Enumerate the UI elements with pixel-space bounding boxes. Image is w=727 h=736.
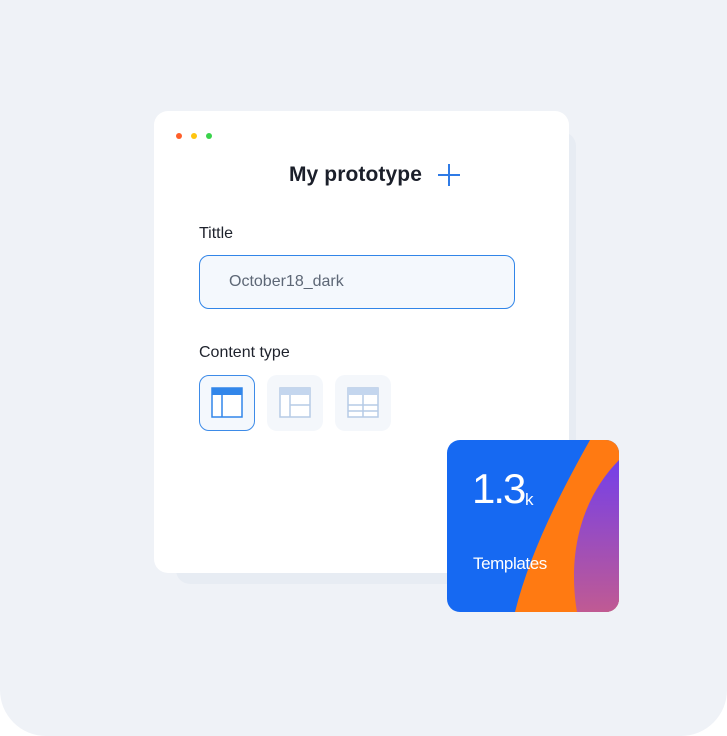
layout-grid-icon [347,387,379,418]
title-field-label: Tittle [199,225,234,242]
stat-label: Templates [473,554,547,573]
window-controls [176,133,212,139]
title-input[interactable]: October18_dark [199,255,515,309]
stat-value: 1.3 [472,465,526,512]
layout-header-sidebar-rows-icon [279,387,311,418]
templates-stat-card: 1.3 k Templates [447,440,619,612]
title-input-value: October18_dark [229,273,344,290]
maximize-dot[interactable] [206,133,212,139]
plus-icon[interactable] [437,163,461,187]
content-type-selector [199,375,391,431]
content-type-option-2[interactable] [267,375,323,431]
layout-header-sidebar-icon [211,387,243,418]
page-title: My prototype [288,163,423,186]
stat-unit: k [525,490,534,509]
minimize-dot[interactable] [191,133,197,139]
window-header: My prototype [154,163,569,187]
close-dot[interactable] [176,133,182,139]
content-type-label: Content type [199,344,290,361]
content-type-option-1[interactable] [199,375,255,431]
content-type-option-3[interactable] [335,375,391,431]
